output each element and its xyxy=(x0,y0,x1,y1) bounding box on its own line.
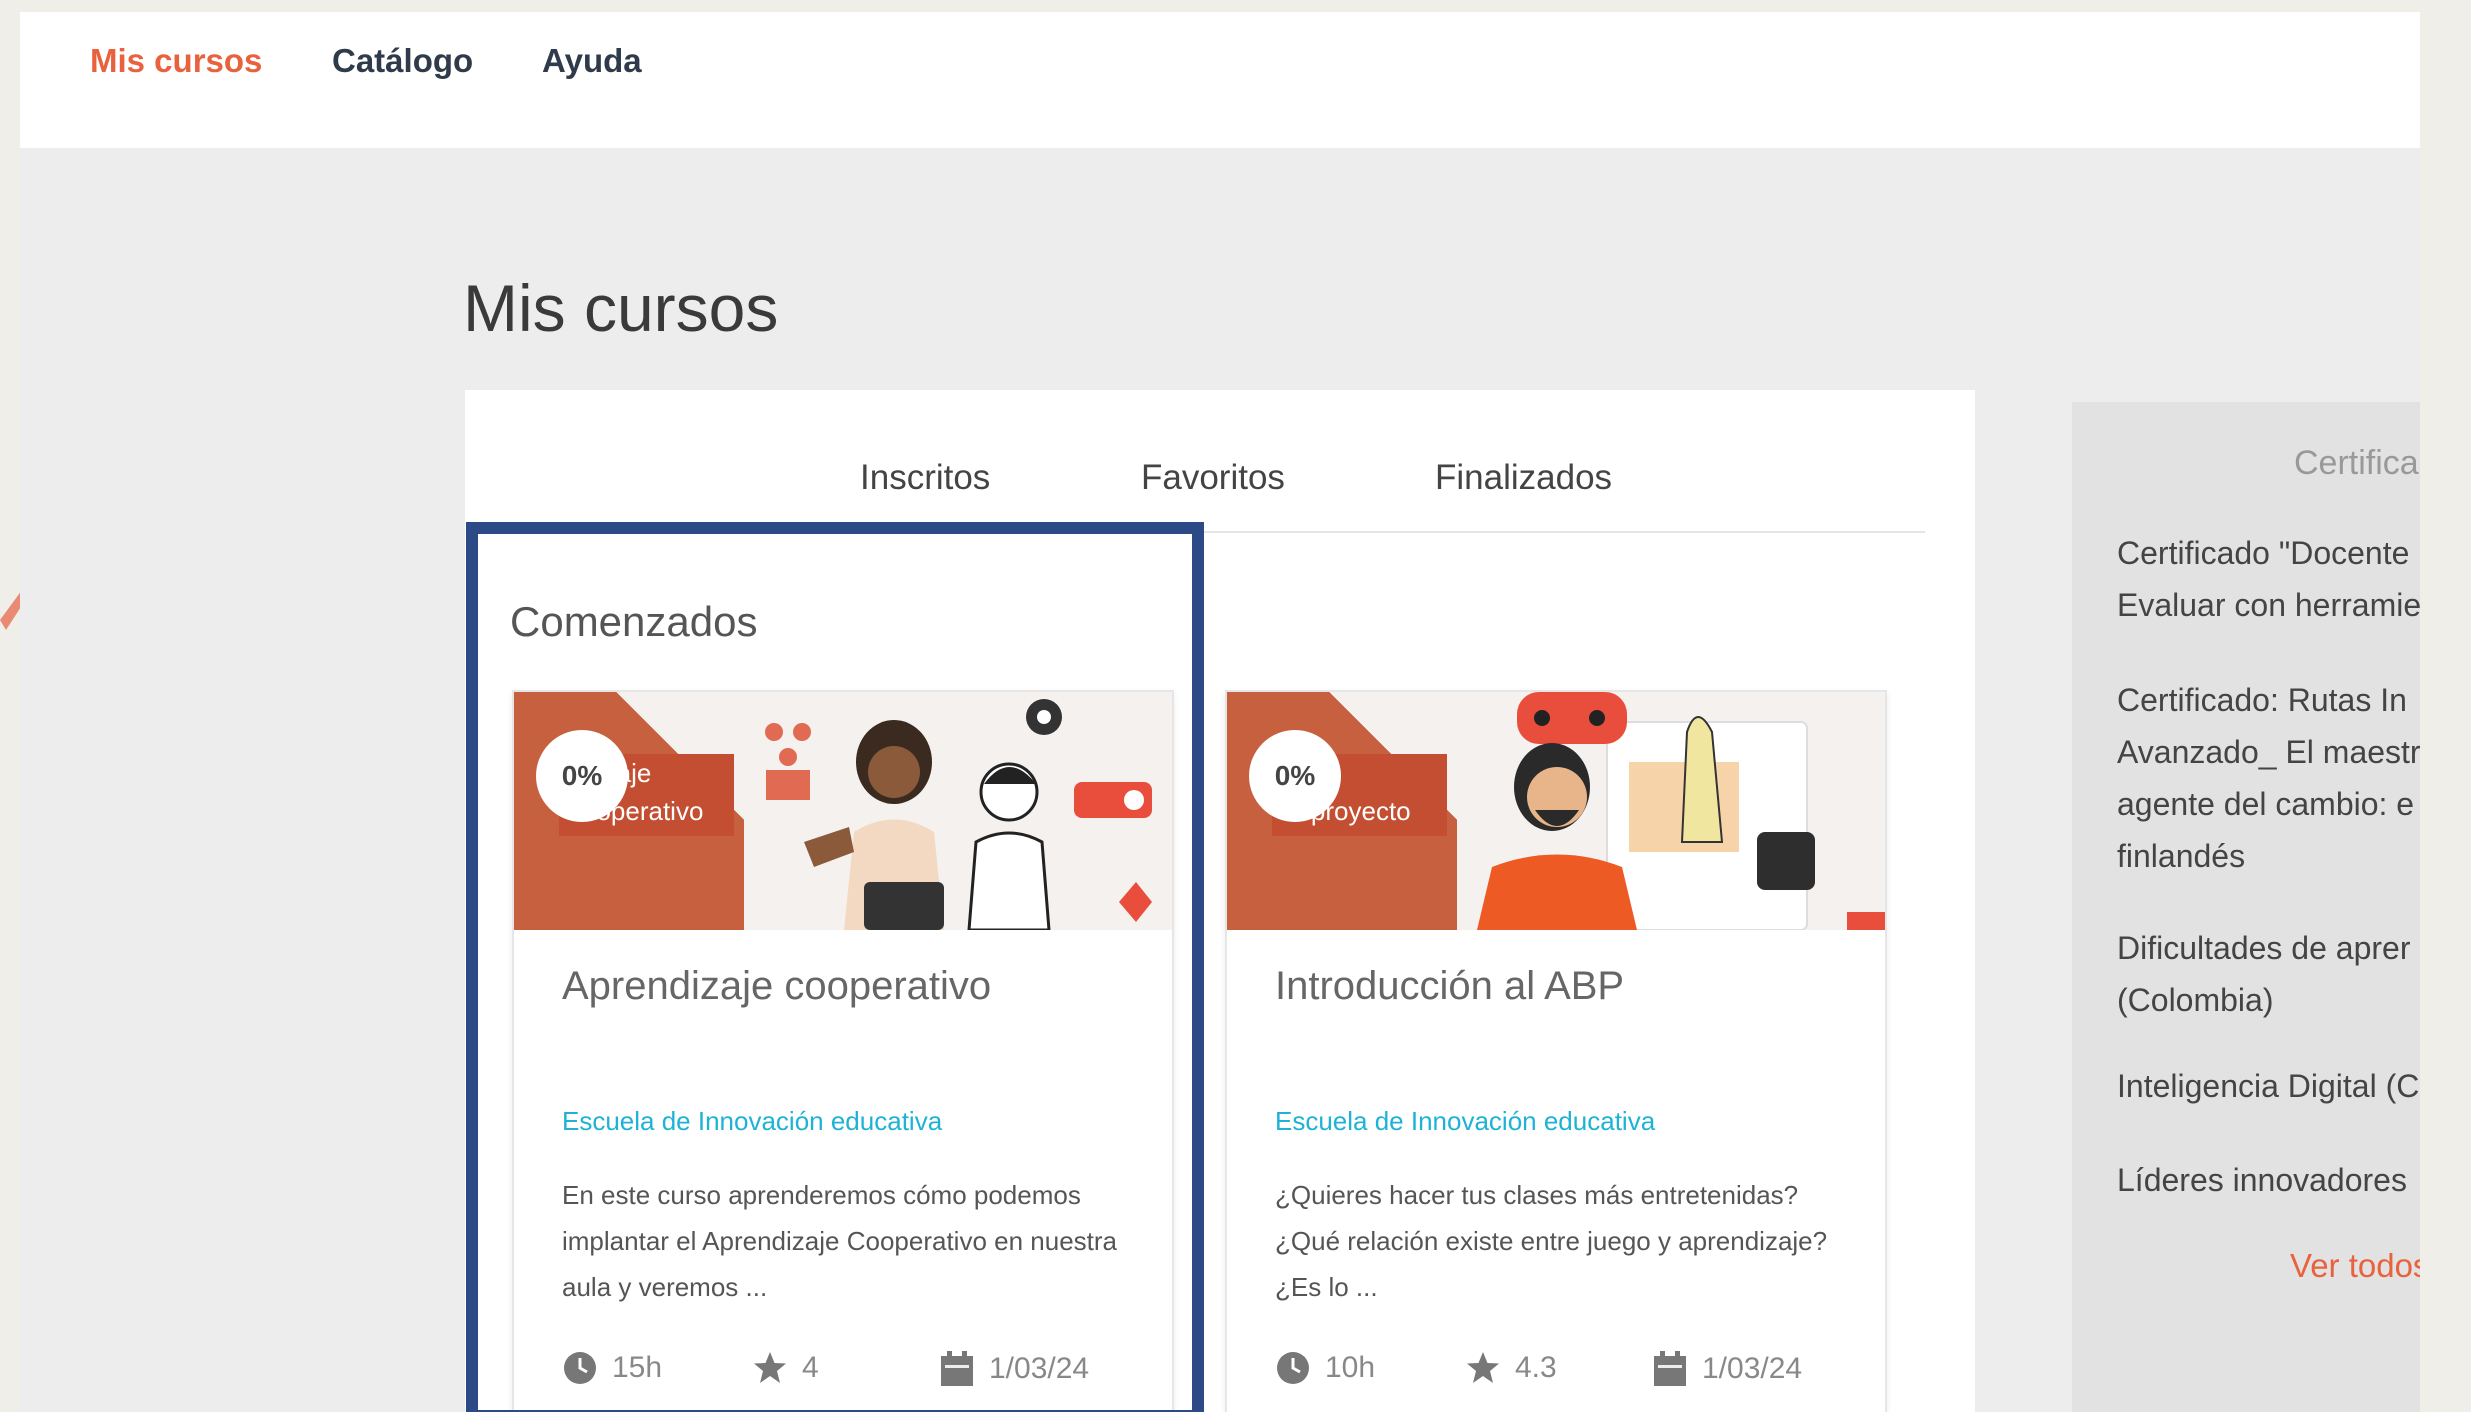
course-duration: 10h xyxy=(1275,1350,1375,1386)
certificate-item[interactable]: Certificado "Docente Evaluar con herrami… xyxy=(2117,527,2420,631)
rating-value: 4.3 xyxy=(1515,1351,1557,1384)
section-heading: Comenzados xyxy=(510,598,758,645)
page-title: Mis cursos xyxy=(463,271,779,345)
course-duration: 15h xyxy=(562,1350,662,1386)
course-date: 1/03/24 xyxy=(1652,1350,1802,1388)
see-all-link[interactable]: Ver todos xyxy=(2290,1247,2420,1285)
course-date: 1/03/24 xyxy=(939,1350,1089,1388)
tab-finalizados[interactable]: Finalizados xyxy=(1435,458,1612,498)
progress-indicator: 0% xyxy=(536,730,628,822)
course-card[interactable]: ndizaje cooperativo 0% xyxy=(512,690,1174,1412)
course-thumbnail: fica tu proyecto 0% xyxy=(1227,692,1885,930)
course-rating: 4.3 xyxy=(1465,1350,1557,1386)
browser-viewport: Mis cursos Catálogo Ayuda Mis cursos Ins… xyxy=(20,12,2420,1412)
star-icon xyxy=(1467,1352,1499,1383)
certificate-item[interactable]: Certificado: Rutas In Avanzado_ El maest… xyxy=(2117,674,2420,882)
header-pill[interactable] xyxy=(2160,20,2420,90)
course-description: En este curso aprenderemos cómo podemos … xyxy=(562,1180,1118,1302)
date-value: 1/03/24 xyxy=(1702,1352,1803,1385)
certificates-heading: Certificac xyxy=(2294,444,2420,482)
certificate-item[interactable]: Dificultades de aprer (Colombia) xyxy=(2117,922,2420,1026)
certificate-item[interactable]: Inteligencia Digital (C xyxy=(2117,1060,2420,1112)
progress-indicator: 0% xyxy=(1249,730,1341,822)
active-tab-indicator xyxy=(765,526,1048,531)
course-rating: 4 xyxy=(752,1350,819,1386)
duration-value: 15h xyxy=(612,1351,663,1384)
course-title[interactable]: Aprendizaje cooperativo xyxy=(562,964,991,1009)
nav-ayuda[interactable]: Ayuda xyxy=(542,42,642,80)
rating-value: 4 xyxy=(802,1351,819,1384)
course-title[interactable]: Introducción al ABP xyxy=(1275,964,1624,1009)
duration-value: 10h xyxy=(1325,1351,1376,1384)
tab-inscritos[interactable]: Inscritos xyxy=(860,458,990,498)
course-school-link[interactable]: Escuela de Innovación educativa xyxy=(562,1106,942,1137)
nav-catalogo[interactable]: Catálogo xyxy=(332,42,473,80)
clock-icon xyxy=(564,1352,596,1384)
course-thumbnail: ndizaje cooperativo 0% xyxy=(514,692,1172,930)
calendar-icon xyxy=(1654,1351,1686,1386)
course-card[interactable]: fica tu proyecto 0% Introducción al ABP … xyxy=(1225,690,1887,1412)
date-value: 1/03/24 xyxy=(989,1352,1090,1385)
calendar-icon xyxy=(941,1351,973,1386)
certificates-panel: Certificac Certificado "Docente Evaluar … xyxy=(2072,402,2420,1412)
tab-favoritos[interactable]: Favoritos xyxy=(1141,458,1285,498)
star-icon xyxy=(754,1352,786,1383)
course-school-link[interactable]: Escuela de Innovación educativa xyxy=(1275,1106,1655,1137)
tab-divider xyxy=(765,531,1925,533)
certificate-item[interactable]: Líderes innovadores xyxy=(2117,1154,2420,1206)
clock-icon xyxy=(1277,1352,1309,1384)
course-illustration xyxy=(1457,692,1885,930)
top-navigation: Mis cursos Catálogo Ayuda xyxy=(20,12,2420,148)
nav-mis-cursos[interactable]: Mis cursos xyxy=(90,42,262,80)
course-description: ¿Quieres hacer tus clases más entretenid… xyxy=(1275,1180,1828,1302)
course-illustration xyxy=(744,692,1172,930)
